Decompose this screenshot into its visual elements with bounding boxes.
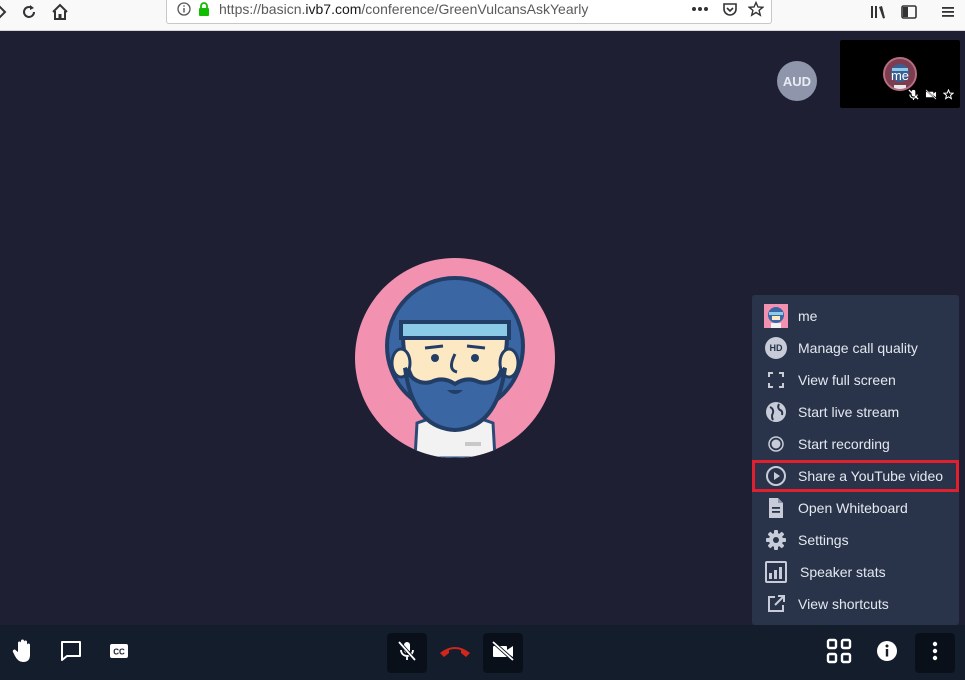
menu-item-settings[interactable]: Settings — [752, 524, 959, 556]
menu-item-call-quality[interactable]: HD Manage call quality — [752, 332, 959, 364]
tile-view-button[interactable] — [819, 633, 859, 673]
mic-off-icon — [397, 640, 417, 667]
menu-item-label: View full screen — [798, 372, 896, 388]
hamburger-menu-icon[interactable] — [933, 0, 963, 24]
menu-item-recording[interactable]: Start recording — [752, 428, 959, 460]
self-view-label: me — [890, 68, 910, 83]
lock-icon[interactable] — [195, 0, 213, 18]
hand-icon — [12, 638, 36, 669]
svg-text:CC: CC — [113, 647, 125, 656]
menu-item-label: Share a YouTube video — [798, 468, 944, 484]
menu-item-label: Open Whiteboard — [798, 500, 908, 516]
raise-hand-button[interactable] — [4, 633, 44, 673]
bookmark-star-icon[interactable] — [747, 0, 765, 18]
mic-off-icon — [908, 87, 919, 105]
info-icon — [876, 640, 898, 667]
more-actions-menu: me HD Manage call quality View full scre… — [752, 295, 959, 625]
more-vertical-icon — [932, 641, 938, 666]
menu-item-label: me — [798, 308, 818, 324]
hang-up-icon — [438, 643, 472, 664]
bar-chart-icon — [764, 560, 788, 584]
fullscreen-icon — [764, 368, 788, 392]
play-circle-icon — [764, 464, 788, 488]
camera-off-icon — [925, 87, 937, 105]
menu-item-label: Start recording — [798, 436, 890, 452]
browser-toolbar: https://basicn.ivb7.com/conference/Green… — [0, 0, 965, 31]
menu-item-label: Speaker stats — [800, 564, 886, 580]
menu-item-label: Start live stream — [798, 404, 900, 420]
gear-icon — [764, 528, 788, 552]
menu-item-fullscreen[interactable]: View full screen — [752, 364, 959, 396]
menu-item-label: Settings — [798, 532, 849, 548]
closed-captions-button[interactable]: CC — [99, 633, 139, 673]
hang-up-button[interactable] — [435, 633, 475, 673]
external-link-icon — [764, 592, 788, 616]
record-icon — [764, 432, 788, 456]
url-text[interactable]: https://basicn.ivb7.com/conference/Green… — [219, 1, 588, 17]
camera-toggle-button[interactable] — [483, 633, 523, 673]
menu-item-speaker-stats[interactable]: Speaker stats — [752, 556, 959, 588]
home-icon[interactable] — [45, 0, 75, 24]
address-bar[interactable]: https://basicn.ivb7.com/conference/Green… — [166, 0, 772, 24]
sidebar-icon[interactable] — [894, 0, 924, 24]
participant-badge[interactable]: AUD — [777, 61, 817, 101]
document-icon — [764, 496, 788, 520]
menu-item-label: Manage call quality — [798, 340, 918, 356]
info-icon[interactable] — [175, 0, 193, 18]
speaker-avatar — [355, 258, 555, 458]
pocket-icon[interactable] — [721, 0, 739, 18]
chat-button[interactable] — [51, 633, 91, 673]
hd-icon: HD — [764, 336, 788, 360]
grid-icon — [826, 638, 852, 669]
user-avatar-icon — [764, 304, 788, 328]
closed-captions-icon: CC — [109, 643, 129, 664]
menu-item-share-youtube[interactable]: Share a YouTube video — [752, 460, 959, 492]
library-icon[interactable] — [863, 0, 893, 24]
menu-item-live-stream[interactable]: Start live stream — [752, 396, 959, 428]
reload-icon[interactable] — [14, 0, 44, 24]
more-actions-button[interactable] — [915, 633, 955, 673]
info-button[interactable] — [867, 633, 907, 673]
menu-item-whiteboard[interactable]: Open Whiteboard — [752, 492, 959, 524]
menu-item-profile[interactable]: me — [752, 300, 959, 332]
globe-icon — [764, 400, 788, 424]
microphone-toggle-button[interactable] — [387, 633, 427, 673]
page-actions-icon[interactable] — [691, 0, 709, 18]
camera-off-icon — [491, 640, 515, 666]
moderator-star-icon — [942, 87, 955, 105]
menu-item-label: View shortcuts — [798, 596, 889, 612]
bottom-toolbar: CC — [0, 625, 965, 680]
menu-item-shortcuts[interactable]: View shortcuts — [752, 588, 959, 620]
chat-icon — [60, 640, 82, 667]
self-view-thumbnail[interactable]: me — [840, 40, 960, 108]
